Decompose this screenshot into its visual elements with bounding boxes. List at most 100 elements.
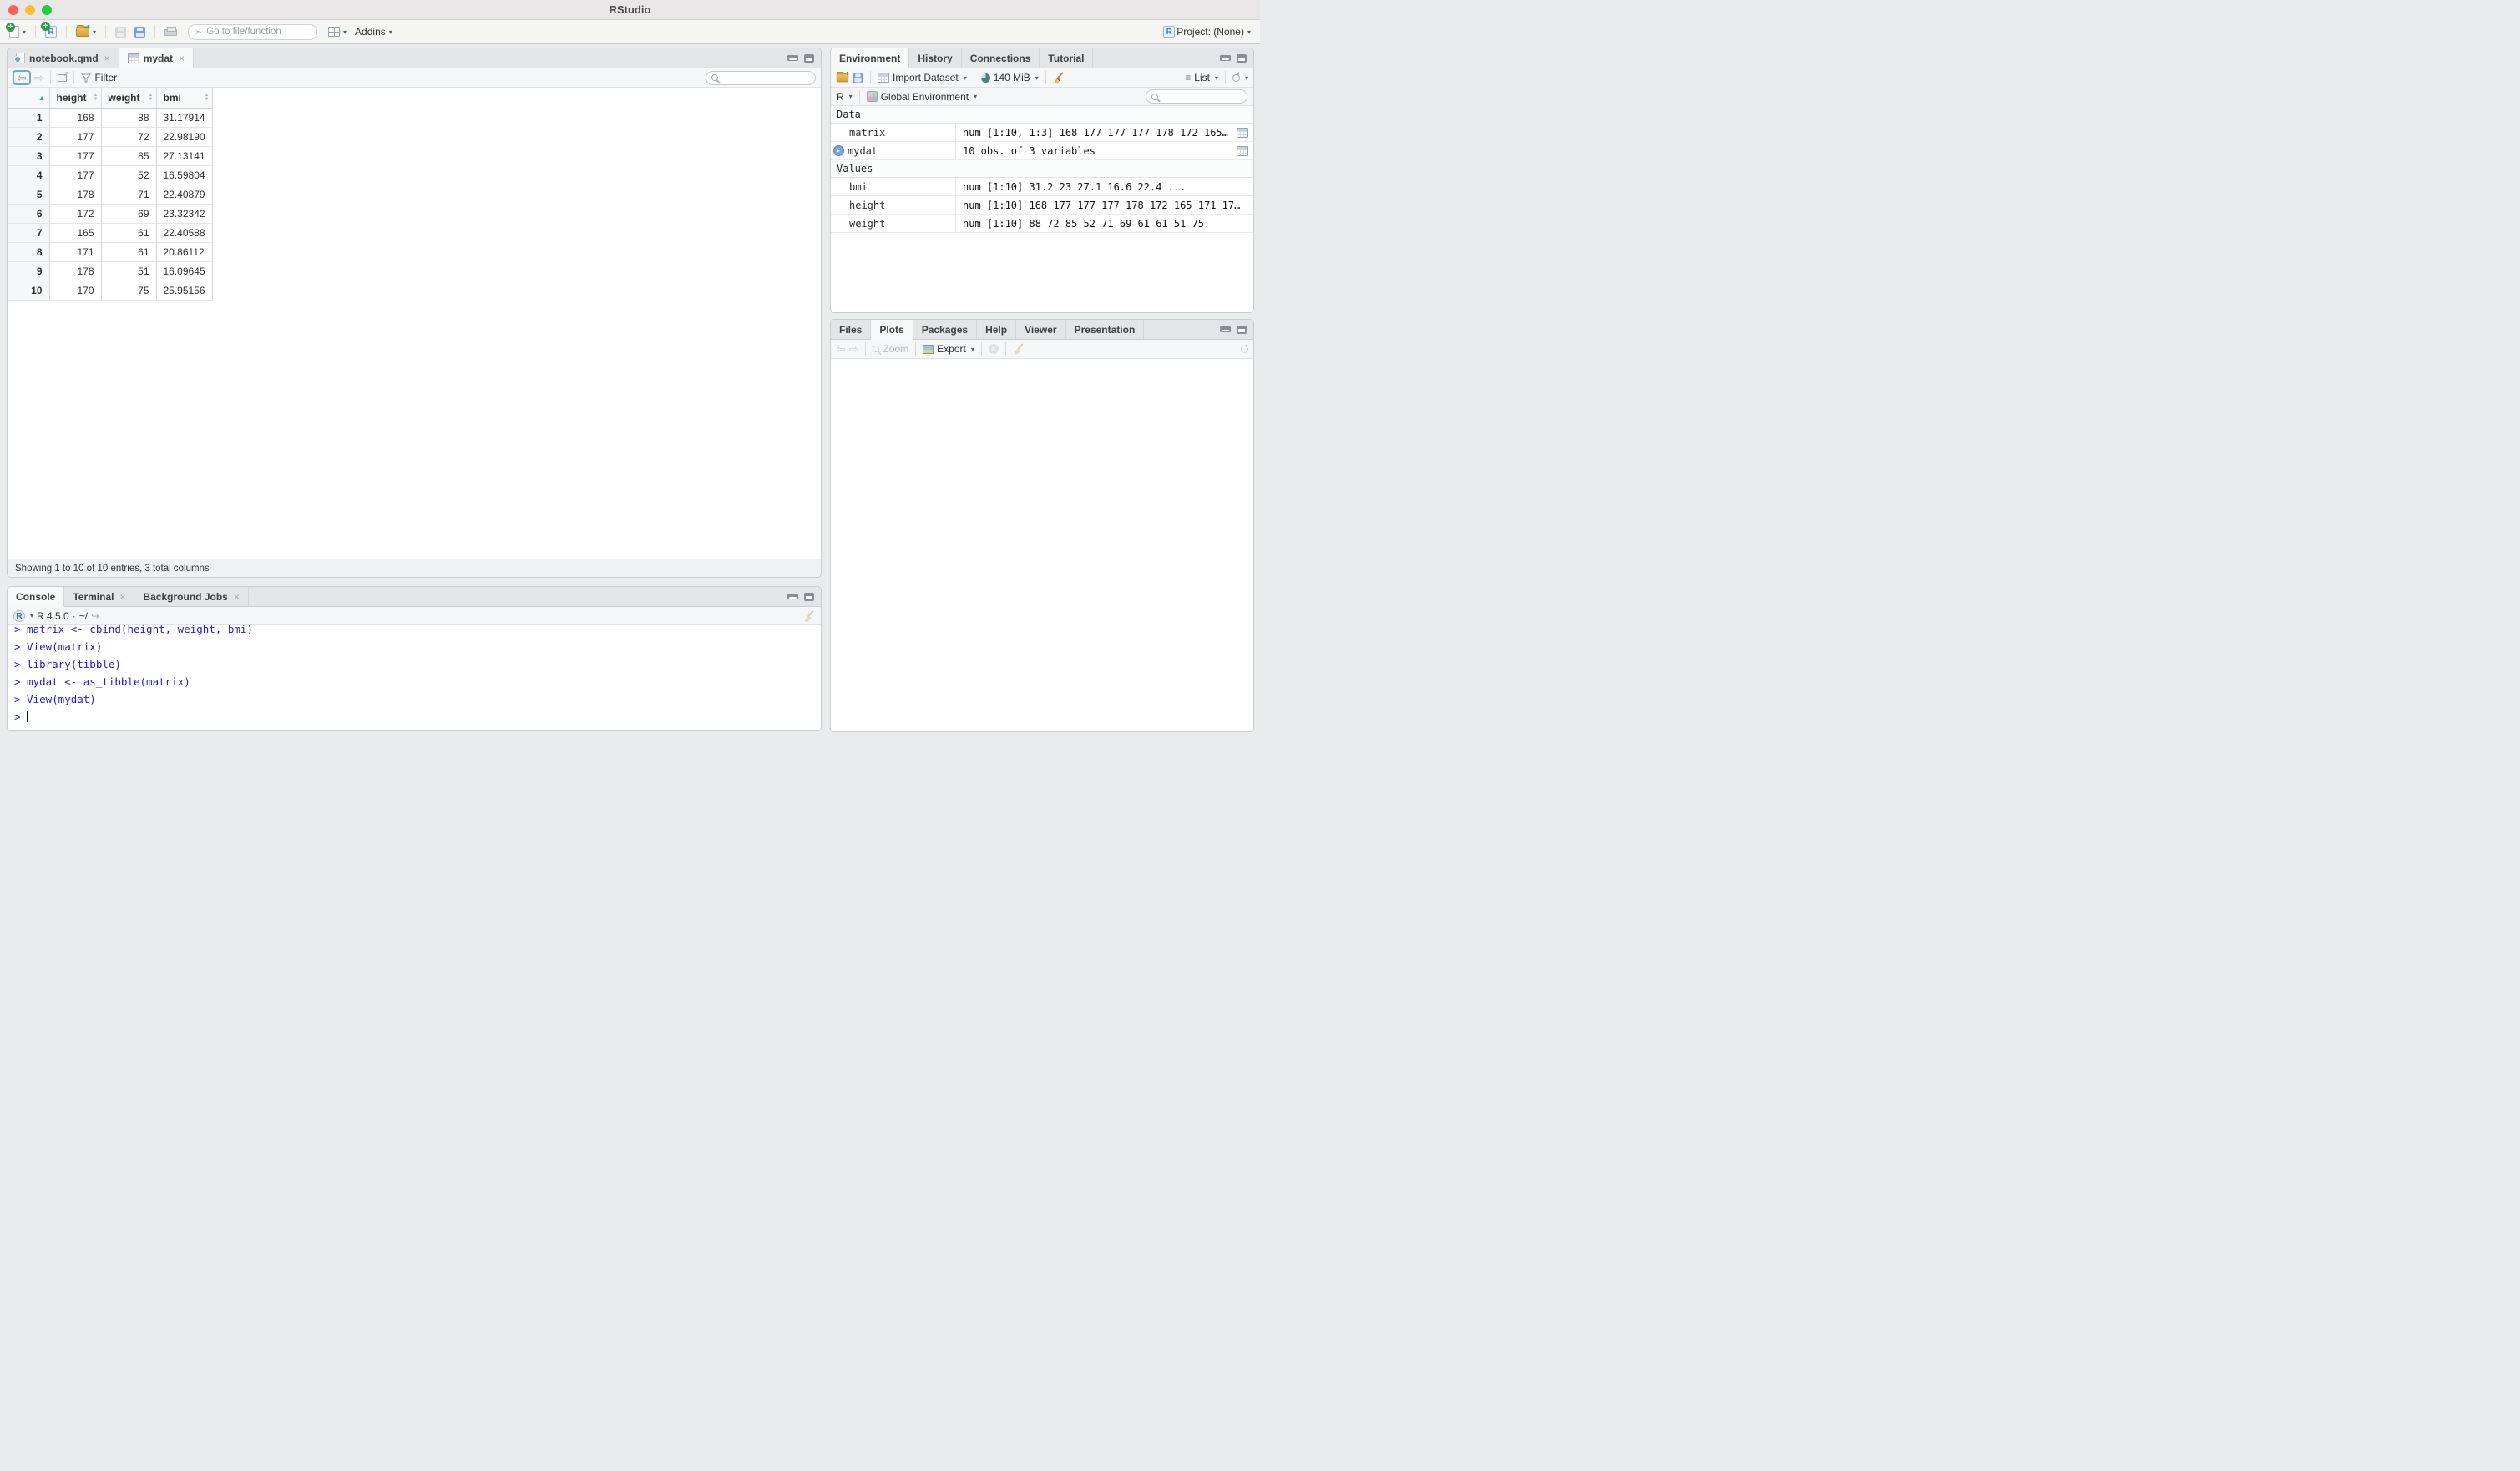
row-number-header[interactable]: ▲ <box>8 88 49 108</box>
tab-packages[interactable]: Packages <box>913 320 977 339</box>
table-search-input[interactable] <box>721 73 805 83</box>
console-line: > mydat <- as_tibble(matrix) <box>14 673 814 690</box>
new-file-button[interactable]: ▾ <box>7 24 28 39</box>
environment-search-box[interactable] <box>1146 89 1247 104</box>
console-output[interactable]: > bmi = weight/((height/100)^2)> matrix … <box>8 625 821 730</box>
tab-console[interactable]: Console <box>8 587 64 607</box>
tab-help[interactable]: Help <box>977 320 1016 339</box>
project-menu-button[interactable]: R Project: (None) ▾ <box>1161 24 1253 39</box>
clear-environment-icon[interactable] <box>1053 72 1065 83</box>
maximize-pane-icon[interactable] <box>804 54 814 63</box>
chevron-down-icon[interactable]: ▾ <box>30 612 33 619</box>
env-row-bmi[interactable]: bminum [1:10] 31.2 23 27.1 16.6 22.4 ... <box>831 178 1253 196</box>
import-dataset-icon <box>878 73 889 83</box>
tab-viewer[interactable]: Viewer <box>1016 320 1065 339</box>
addins-button[interactable]: Addins▾ <box>352 24 395 39</box>
filter-button[interactable]: Filter <box>94 72 117 83</box>
toolbar-divider <box>66 25 67 38</box>
maximize-pane-icon[interactable] <box>1237 326 1247 334</box>
list-view-button[interactable]: List <box>1194 72 1210 83</box>
console-prompt-line[interactable]: > <box>14 708 814 725</box>
view-data-grid-icon[interactable] <box>1237 128 1248 138</box>
env-row-matrix[interactable]: matrixnum [1:10, 1:3] 168 177 177 177 17… <box>831 124 1253 142</box>
save-button[interactable] <box>113 25 129 39</box>
tab-label: Plots <box>879 324 903 336</box>
expand-icon[interactable]: ▸ <box>833 145 844 156</box>
env-row-mydat[interactable]: ▸mydat10 obs. of 3 variables <box>831 142 1253 160</box>
tab-tutorial[interactable]: Tutorial <box>1040 48 1093 68</box>
tab-background-jobs[interactable]: Background Jobs× <box>134 587 248 606</box>
chevron-down-icon: ▾ <box>971 346 974 353</box>
clear-console-icon[interactable] <box>803 610 815 622</box>
export-plot-button[interactable]: Export <box>937 343 966 355</box>
close-icon[interactable]: × <box>104 53 110 64</box>
goto-arrow-icon: ➣ <box>195 27 202 38</box>
console-tabstrip: ConsoleTerminal×Background Jobs× <box>8 587 821 607</box>
refresh-icon[interactable] <box>1232 74 1240 82</box>
table-row: 81716120.86112 <box>8 242 212 261</box>
view-data-grid-icon[interactable] <box>1237 146 1248 156</box>
toolbar-divider <box>859 90 860 104</box>
save-all-button[interactable] <box>132 25 148 39</box>
weight-cell: 88 <box>101 108 156 127</box>
table-search-box[interactable] <box>706 71 816 85</box>
tab-mydat[interactable]: mydat× <box>119 48 194 68</box>
remove-plot-icon[interactable]: ✕ <box>989 344 999 354</box>
previous-plot-icon[interactable]: ⇦ <box>836 343 846 355</box>
open-in-new-window-icon[interactable] <box>58 74 67 82</box>
tab-notebook.qmd[interactable]: notebook.qmd × <box>8 48 119 68</box>
next-plot-icon[interactable]: ⇨ <box>849 343 859 355</box>
column-header-weight[interactable]: weight▲▼ <box>101 88 156 108</box>
maximize-pane-icon[interactable] <box>804 593 814 601</box>
env-row-weight[interactable]: weightnum [1:10] 88 72 85 52 71 69 61 61… <box>831 215 1253 233</box>
env-object-value: num [1:10] 88 72 85 52 71 69 61 61 51 75 <box>956 218 1253 230</box>
goto-file-function-box[interactable]: ➣ <box>188 24 317 40</box>
column-header-height[interactable]: height▲▼ <box>49 88 101 108</box>
maximize-pane-icon[interactable] <box>1237 54 1247 63</box>
filter-icon <box>81 73 91 83</box>
table-header-row: ▲ height▲▼ weight▲▼ bmi▲▼ <box>8 88 212 108</box>
tab-connections[interactable]: Connections <box>962 48 1040 68</box>
open-directory-icon[interactable]: ↪ <box>91 610 99 622</box>
minimize-pane-icon[interactable] <box>1220 326 1231 332</box>
working-directory-link[interactable]: ~/ <box>79 610 88 622</box>
tab-terminal[interactable]: Terminal× <box>64 587 134 606</box>
tab-label: notebook.qmd <box>29 53 99 64</box>
environment-search-input[interactable] <box>1161 92 1245 102</box>
refresh-plots-icon[interactable] <box>1241 346 1248 353</box>
save-icon <box>115 27 126 38</box>
chevron-down-icon: ▾ <box>23 28 26 36</box>
close-icon[interactable]: × <box>119 591 125 603</box>
goto-file-function-input[interactable] <box>206 27 298 37</box>
save-workspace-icon[interactable] <box>853 73 863 83</box>
minimize-pane-icon[interactable] <box>787 594 798 599</box>
back-button[interactable]: ⇦ <box>13 70 31 85</box>
column-header-bmi[interactable]: bmi▲▼ <box>156 88 212 108</box>
tab-environment[interactable]: Environment <box>831 48 909 68</box>
console-info-bar: R ▾ R 4.5.0 · ~/ ↪ <box>8 607 821 625</box>
close-icon[interactable]: × <box>179 53 185 64</box>
tab-presentation[interactable]: Presentation <box>1066 320 1145 339</box>
load-workspace-icon[interactable] <box>837 73 848 83</box>
tab-history[interactable]: History <box>909 48 961 68</box>
memory-usage-button[interactable]: 140 MiB <box>994 72 1030 83</box>
new-project-button[interactable]: R <box>43 24 59 39</box>
sort-arrows-icon: ▲▼ <box>205 94 210 102</box>
tab-files[interactable]: Files <box>831 320 871 339</box>
forward-arrow-icon[interactable]: ⇨ <box>34 72 44 83</box>
workspace-panes-button[interactable]: ▾ <box>326 25 349 38</box>
plots-pane: Files Plots PackagesHelpViewerPresentation… <box>830 319 1254 732</box>
close-icon[interactable]: × <box>234 591 240 603</box>
clear-all-plots-icon[interactable] <box>1013 343 1025 355</box>
minimize-pane-icon[interactable] <box>787 55 798 61</box>
tab-plots[interactable]: Plots <box>871 320 913 340</box>
minimize-pane-icon[interactable] <box>1220 55 1231 61</box>
zoom-plot-button[interactable]: Zoom <box>883 343 908 355</box>
env-row-height[interactable]: heightnum [1:10] 168 177 177 177 178 172… <box>831 196 1253 215</box>
import-dataset-button[interactable]: Import Dataset <box>893 72 959 83</box>
open-file-button[interactable]: ▾ <box>73 25 99 38</box>
language-selector[interactable]: R <box>837 91 844 103</box>
print-button[interactable] <box>162 25 180 38</box>
chevron-down-icon: ▾ <box>343 28 347 36</box>
environment-selector[interactable]: Global Environment <box>881 91 969 103</box>
